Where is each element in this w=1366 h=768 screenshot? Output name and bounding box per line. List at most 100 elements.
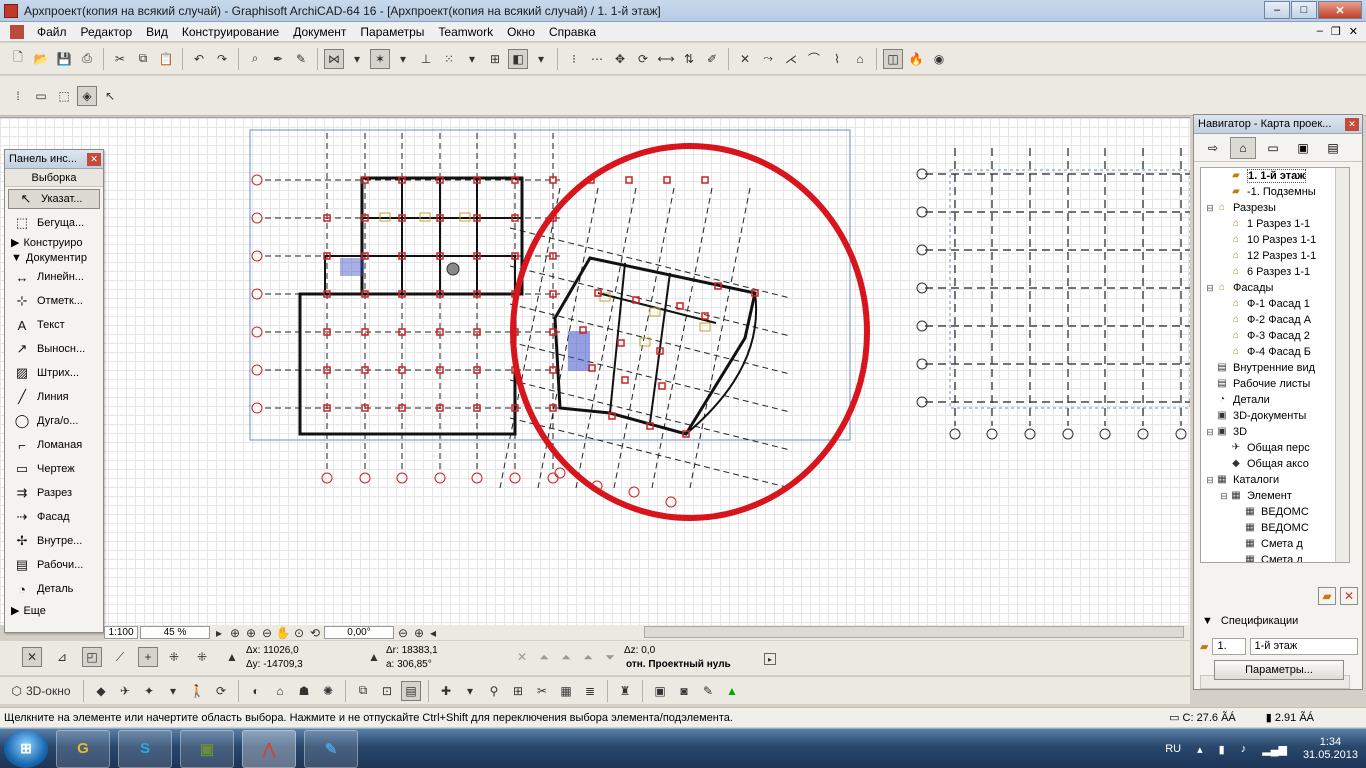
paste-icon[interactable]: 📋 xyxy=(156,49,176,69)
zoom-in-area-icon[interactable]: ⊕ xyxy=(228,626,242,640)
grid-icon[interactable]: ⁜ xyxy=(164,647,184,667)
start-button[interactable]: ⊞ xyxy=(4,729,48,768)
tool-linear-dimension[interactable]: ↔ Линейн... xyxy=(5,265,103,289)
grid-snap-icon[interactable]: ⁙ xyxy=(439,49,459,69)
photo-camera-icon[interactable]: ◙ xyxy=(674,681,694,701)
previous-zoom-icon[interactable]: ⊖ xyxy=(396,626,410,640)
tool-text[interactable]: A Текст xyxy=(5,313,103,337)
tree-item[interactable]: ✈ Общая перс xyxy=(1201,440,1349,456)
align-icon[interactable]: ⁝ xyxy=(564,49,584,69)
tree-item[interactable]: ⊟ ▦ Каталоги xyxy=(1201,472,1349,488)
tree-item[interactable]: ⊟ ▦ Элемент xyxy=(1201,488,1349,504)
distribute-icon[interactable]: ⋯ xyxy=(587,49,607,69)
paint-icon[interactable]: ✐ xyxy=(702,49,722,69)
orbit-icon[interactable]: ⟳ xyxy=(211,681,231,701)
ortho-icon[interactable]: ⊥ xyxy=(416,49,436,69)
house-icon[interactable]: ⌂ xyxy=(270,681,290,701)
next-zoom-icon[interactable]: ⊕ xyxy=(412,626,426,640)
language-indicator[interactable]: RU xyxy=(1165,743,1181,755)
story-number-field[interactable]: 1. xyxy=(1212,637,1246,655)
new-folder-icon[interactable]: ▰ xyxy=(1318,587,1336,605)
network-icon[interactable]: ▮ xyxy=(1219,743,1225,756)
cut-icon[interactable]: ✂ xyxy=(110,49,130,69)
picture-icon[interactable]: ▣ xyxy=(650,681,670,701)
tree-item[interactable]: ⌂ Ф-4 Фасад Б xyxy=(1201,344,1349,360)
project-tree[interactable]: ▰ 1. 1-й этаж ▰ -1. Подземны ⊟ ⌂ Разрезы ⌂ 1 Раз… xyxy=(1200,167,1350,563)
angle-readout[interactable]: a: 306,85° xyxy=(386,659,432,670)
wand-dropdown-icon[interactable]: ▾ xyxy=(393,49,413,69)
save-icon[interactable]: 💾 xyxy=(54,49,74,69)
intersect-icon[interactable]: ⋌ xyxy=(781,49,801,69)
snap-guides-icon[interactable]: ⋈ xyxy=(324,48,344,69)
polar-lock-icon[interactable]: ▲ xyxy=(364,647,384,667)
tool-polyline[interactable]: ⌐ Ломаная xyxy=(5,433,103,457)
tree-item[interactable]: ▰ -1. Подземны xyxy=(1201,184,1349,200)
close-button[interactable]: ✕ xyxy=(1318,1,1362,19)
rotate-icon[interactable]: ⟳ xyxy=(633,49,653,69)
tree-item[interactable]: ⌂ Ф-1 Фасад 1 xyxy=(1201,296,1349,312)
tool-detail[interactable]: ◔ Деталь xyxy=(5,577,103,601)
split-icon[interactable]: ✕ xyxy=(735,49,755,69)
snap-percent-icon[interactable]: ⏷ xyxy=(600,647,620,667)
plumbing-icon[interactable]: ⚲ xyxy=(484,681,504,701)
tool-marquee[interactable]: ⬚ Бегуща... xyxy=(5,211,103,235)
rectangle-select-icon[interactable]: ⬚ xyxy=(54,86,74,106)
menu-editor[interactable]: Редактор xyxy=(74,25,140,39)
dz-readout[interactable]: Δz: 0,0 xyxy=(624,645,655,656)
tree-item[interactable]: ⌂ Ф-3 Фасад 2 xyxy=(1201,328,1349,344)
redo-icon[interactable]: ↷ xyxy=(212,49,232,69)
show-all-icon[interactable]: ⊡ xyxy=(377,681,397,701)
tool-arrow[interactable]: ↖ Указат... xyxy=(8,189,100,209)
tool-label[interactable]: ↗ Выносн... xyxy=(5,337,103,361)
scale-field[interactable]: 1:100 xyxy=(104,626,138,639)
send-receive-icon[interactable]: ◉ xyxy=(929,49,949,69)
publisher-icon[interactable]: ⇨ xyxy=(1200,137,1226,159)
menu-window[interactable]: Окно xyxy=(500,25,542,39)
fillet-icon[interactable]: ⌒ xyxy=(804,49,824,69)
rotated-rectangle-icon[interactable]: ◈ xyxy=(77,85,97,106)
terrain-icon[interactable]: ▲ xyxy=(722,681,742,701)
taskbar-app[interactable]: ⋀ xyxy=(242,729,296,768)
signal-icon[interactable]: ▂▄▆ xyxy=(1262,743,1287,756)
tree-item[interactable]: ▦ Смета д xyxy=(1201,536,1349,552)
magic-wand-icon[interactable]: ✶ xyxy=(370,48,390,69)
project-map-icon[interactable]: ⌂ xyxy=(1230,136,1256,159)
tool-level-dimension[interactable]: ⊹ Отметк... xyxy=(5,289,103,313)
3d-window-button[interactable]: ⬡ 3D-окно xyxy=(6,681,76,701)
tool-drawing[interactable]: ▭ Чертеж xyxy=(5,457,103,481)
tree-toggle-icon[interactable]: ⊟ xyxy=(1205,475,1215,486)
group-design[interactable]: ▶ Конструиро xyxy=(5,235,103,250)
clock[interactable]: 1:34 31.05.2013 xyxy=(1303,736,1358,762)
parameters-button[interactable]: Параметры... xyxy=(1214,660,1344,680)
doc-minimize-button[interactable]: – xyxy=(1317,25,1323,38)
cancel-input-icon[interactable]: ✕ xyxy=(22,647,42,667)
copy-view-icon[interactable]: ⧉ xyxy=(353,681,373,701)
stamp-icon[interactable]: ✎ xyxy=(698,681,718,701)
mirror-icon[interactable]: ⟷ xyxy=(656,49,676,69)
menu-options[interactable]: Параметры xyxy=(353,25,431,39)
tree-item[interactable]: ▤ Внутренние вид xyxy=(1201,360,1349,376)
zoom-field[interactable]: 45 % xyxy=(140,626,210,639)
find-select-icon[interactable]: ⌕ xyxy=(245,49,265,69)
offset-icon[interactable]: ⌇ xyxy=(827,49,847,69)
plus-icon[interactable]: + xyxy=(138,647,158,667)
tray-arrow-icon[interactable]: ▴ xyxy=(1197,743,1203,756)
tree-toggle-icon[interactable]: ⊟ xyxy=(1205,283,1215,294)
render-icon[interactable]: ◐ xyxy=(246,681,266,701)
tree-toggle-icon[interactable]: ⊟ xyxy=(1219,491,1229,502)
navigator-close-icon[interactable]: ✕ xyxy=(1345,118,1359,131)
grid-dropdown-icon[interactable]: ▾ xyxy=(462,49,482,69)
group-document[interactable]: ▼ Документир xyxy=(5,250,103,265)
tree-item[interactable]: ▦ Смета д xyxy=(1201,552,1349,562)
menu-file[interactable]: Файл xyxy=(30,25,74,39)
reference-dropdown-icon[interactable]: ▸ xyxy=(764,653,776,665)
tree-item[interactable]: ▦ ВЕДОМС xyxy=(1201,504,1349,520)
sun-icon[interactable]: ✺ xyxy=(318,681,338,701)
scroll-left-icon[interactable]: ◂ xyxy=(428,626,438,640)
tool-arc[interactable]: ◯ Дуга/о... xyxy=(5,409,103,433)
dimension-tool-icon[interactable]: ✂ xyxy=(532,681,552,701)
tree-item[interactable]: ▰ 1. 1-й этаж xyxy=(1201,168,1349,184)
tool-section[interactable]: ⇉ Разрез xyxy=(5,481,103,505)
orientation-field[interactable]: 0,00° xyxy=(324,626,394,639)
horizontal-scrollbar[interactable] xyxy=(644,626,1184,638)
